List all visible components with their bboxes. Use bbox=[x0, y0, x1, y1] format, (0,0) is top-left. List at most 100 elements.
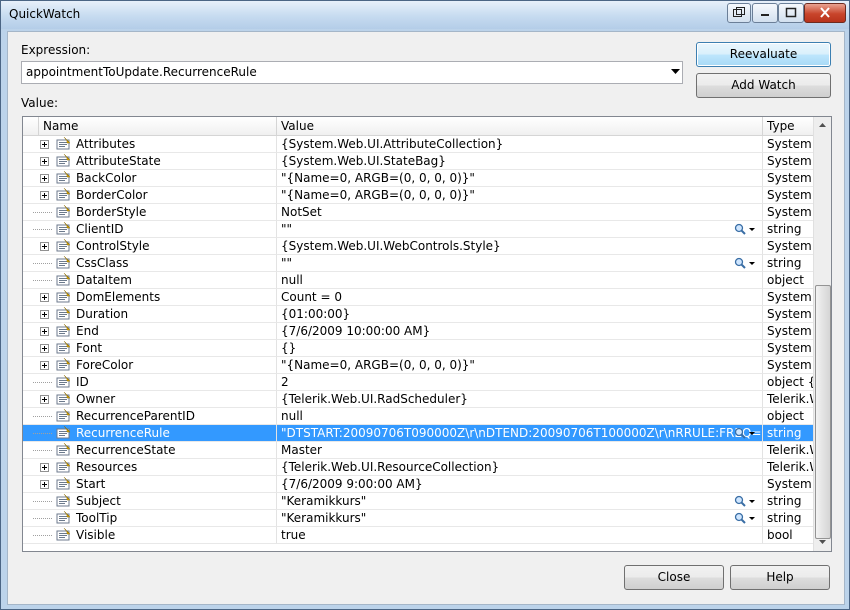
header-type[interactable]: Type bbox=[763, 117, 813, 135]
magnifier-icon[interactable] bbox=[734, 427, 756, 441]
magnifier-icon[interactable] bbox=[734, 223, 756, 237]
table-row[interactable]: BorderStyle NotSet System.W bbox=[23, 204, 813, 221]
type-cell[interactable]: System.W bbox=[763, 340, 813, 357]
value-cell[interactable]: {7/6/2009 9:00:00 AM} bbox=[277, 476, 763, 493]
value-cell[interactable]: 2 bbox=[277, 374, 763, 391]
header-name[interactable]: Name bbox=[39, 117, 277, 135]
type-cell[interactable]: Telerik.W bbox=[763, 442, 813, 459]
name-cell[interactable]: Font bbox=[23, 340, 277, 357]
maximize-icon[interactable] bbox=[778, 3, 804, 23]
vertical-scrollbar[interactable] bbox=[813, 117, 831, 551]
expand-icon[interactable] bbox=[40, 174, 49, 183]
type-cell[interactable]: Telerik.W bbox=[763, 459, 813, 476]
expand-icon[interactable] bbox=[40, 344, 49, 353]
table-row[interactable]: Resources {Telerik.Web.UI.ResourceCollect… bbox=[23, 459, 813, 476]
expand-icon[interactable] bbox=[40, 293, 49, 302]
name-cell[interactable]: DomElements bbox=[23, 289, 277, 306]
value-cell[interactable]: {Telerik.Web.UI.RadScheduler} bbox=[277, 391, 763, 408]
name-cell[interactable]: RecurrenceParentID bbox=[23, 408, 277, 425]
value-cell[interactable]: "Keramikkurs" bbox=[277, 510, 763, 527]
table-row[interactable]: BackColor "{Name=0, ARGB=(0, 0, 0, 0)}" Sy… bbox=[23, 170, 813, 187]
watch-grid[interactable]: Name Value Type Attributes {System.Web.UI… bbox=[22, 116, 832, 552]
type-cell[interactable]: System.D bbox=[763, 323, 813, 340]
value-cell[interactable]: {System.Web.UI.AttributeCollection} bbox=[277, 136, 763, 153]
value-cell[interactable]: "{Name=0, ARGB=(0, 0, 0, 0)}" bbox=[277, 357, 763, 374]
magnifier-icon[interactable] bbox=[734, 512, 756, 526]
value-cell[interactable]: {System.Web.UI.StateBag} bbox=[277, 153, 763, 170]
type-cell[interactable]: string bbox=[763, 425, 813, 442]
table-row[interactable]: Owner {Telerik.Web.UI.RadScheduler} Teleri… bbox=[23, 391, 813, 408]
name-cell[interactable]: Attributes bbox=[23, 136, 277, 153]
table-row[interactable]: End {7/6/2009 10:00:00 AM} System.D bbox=[23, 323, 813, 340]
value-cell[interactable]: {7/6/2009 10:00:00 AM} bbox=[277, 323, 763, 340]
value-cell[interactable]: Count = 0 bbox=[277, 289, 763, 306]
value-cell[interactable]: null bbox=[277, 272, 763, 289]
scrollbar-thumb[interactable] bbox=[815, 285, 831, 539]
expand-icon[interactable] bbox=[40, 140, 49, 149]
expand-icon[interactable] bbox=[40, 310, 49, 319]
type-cell[interactable]: System.D bbox=[763, 170, 813, 187]
type-cell[interactable]: System.W bbox=[763, 153, 813, 170]
name-cell[interactable]: Start bbox=[23, 476, 277, 493]
table-row[interactable]: AttributeState {System.Web.UI.StateBag} Sy… bbox=[23, 153, 813, 170]
name-cell[interactable]: BorderStyle bbox=[23, 204, 277, 221]
magnifier-icon[interactable] bbox=[734, 257, 756, 271]
value-cell[interactable]: "Keramikkurs" bbox=[277, 493, 763, 510]
name-cell[interactable]: ClientID bbox=[23, 221, 277, 238]
table-row[interactable]: ControlStyle {System.Web.UI.WebControls.S… bbox=[23, 238, 813, 255]
value-cell[interactable]: {01:00:00} bbox=[277, 306, 763, 323]
name-cell[interactable]: ControlStyle bbox=[23, 238, 277, 255]
expand-icon[interactable] bbox=[40, 157, 49, 166]
type-cell[interactable]: string bbox=[763, 221, 813, 238]
value-cell[interactable]: NotSet bbox=[277, 204, 763, 221]
name-cell[interactable]: BorderColor bbox=[23, 187, 277, 204]
table-row[interactable]: RecurrenceRule "DTSTART:20090706T090000Z\… bbox=[23, 425, 813, 442]
header-value[interactable]: Value bbox=[277, 117, 763, 135]
type-cell[interactable]: System.D bbox=[763, 357, 813, 374]
table-row[interactable]: RecurrenceState Master Telerik.W bbox=[23, 442, 813, 459]
minimize-icon[interactable] bbox=[752, 3, 778, 23]
type-cell[interactable]: object bbox=[763, 408, 813, 425]
name-cell[interactable]: Owner bbox=[23, 391, 277, 408]
expand-icon[interactable] bbox=[40, 463, 49, 472]
magnifier-icon[interactable] bbox=[734, 495, 756, 509]
type-cell[interactable]: System.T bbox=[763, 306, 813, 323]
table-row[interactable]: ForeColor "{Name=0, ARGB=(0, 0, 0, 0)}" Sy… bbox=[23, 357, 813, 374]
expand-icon[interactable] bbox=[40, 480, 49, 489]
name-cell[interactable]: AttributeState bbox=[23, 153, 277, 170]
name-cell[interactable]: Subject bbox=[23, 493, 277, 510]
value-cell[interactable]: "" bbox=[277, 255, 763, 272]
type-cell[interactable]: bool bbox=[763, 527, 813, 544]
type-cell[interactable]: object bbox=[763, 272, 813, 289]
type-cell[interactable]: object {in bbox=[763, 374, 813, 391]
name-cell[interactable]: RecurrenceState bbox=[23, 442, 277, 459]
expand-icon[interactable] bbox=[40, 191, 49, 200]
close-button[interactable]: Close bbox=[624, 565, 724, 590]
expand-icon[interactable] bbox=[40, 361, 49, 370]
expand-icon[interactable] bbox=[40, 327, 49, 336]
table-row[interactable]: Visible true bool bbox=[23, 527, 813, 544]
type-cell[interactable]: string bbox=[763, 255, 813, 272]
value-cell[interactable]: "DTSTART:20090706T090000Z\r\nDTEND:20090… bbox=[277, 425, 763, 442]
scroll-up-icon[interactable] bbox=[815, 117, 830, 133]
name-cell[interactable]: ToolTip bbox=[23, 510, 277, 527]
add-watch-button[interactable]: Add Watch bbox=[696, 73, 831, 98]
table-row[interactable]: ID 2 object {in bbox=[23, 374, 813, 391]
value-cell[interactable]: {System.Web.UI.WebControls.Style} bbox=[277, 238, 763, 255]
table-row[interactable]: DomElements Count = 0 System.C bbox=[23, 289, 813, 306]
name-cell[interactable]: Resources bbox=[23, 459, 277, 476]
expand-icon[interactable] bbox=[40, 395, 49, 404]
table-row[interactable]: Start {7/6/2009 9:00:00 AM} System.D bbox=[23, 476, 813, 493]
type-cell[interactable]: System.W bbox=[763, 238, 813, 255]
expression-input[interactable]: appointmentToUpdate.RecurrenceRule bbox=[26, 65, 257, 79]
type-cell[interactable]: System.W bbox=[763, 204, 813, 221]
type-cell[interactable]: string bbox=[763, 510, 813, 527]
name-cell[interactable]: BackColor bbox=[23, 170, 277, 187]
type-cell[interactable]: Telerik.W bbox=[763, 391, 813, 408]
name-cell[interactable]: ID bbox=[23, 374, 277, 391]
restore-icon[interactable] bbox=[727, 3, 751, 23]
help-button[interactable]: Help bbox=[730, 565, 830, 590]
name-cell[interactable]: Visible bbox=[23, 527, 277, 544]
table-row[interactable]: ClientID "" string bbox=[23, 221, 813, 238]
table-row[interactable]: ToolTip "Keramikkurs" string bbox=[23, 510, 813, 527]
